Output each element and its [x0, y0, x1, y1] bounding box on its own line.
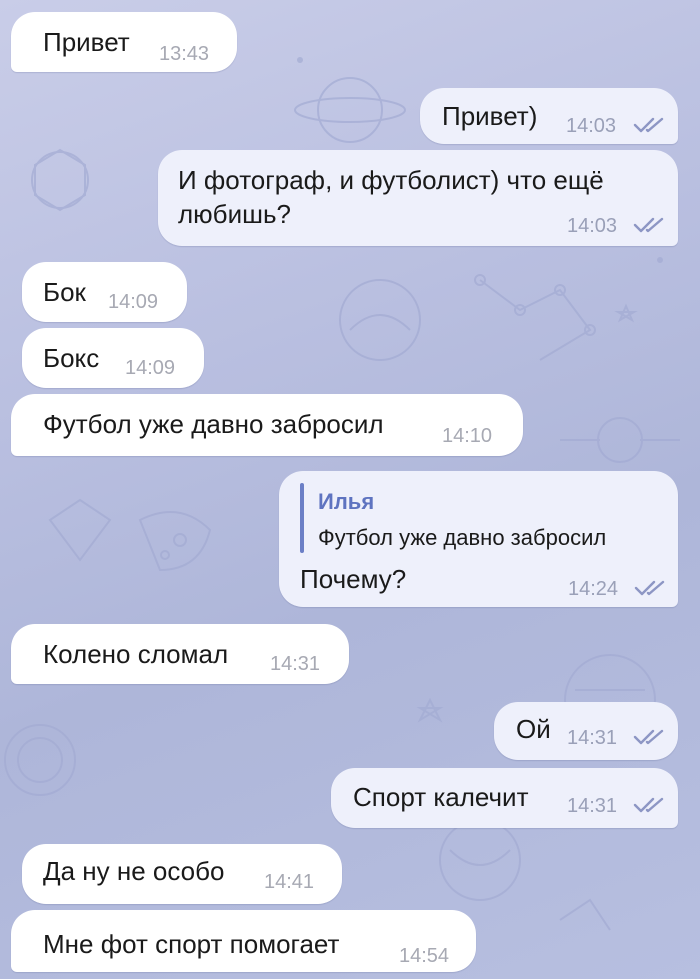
message-time: 14:09: [108, 291, 159, 313]
message-time: 14:09: [125, 357, 176, 379]
double-check-icon: [633, 797, 664, 813]
message-bubble-incoming[interactable]: Привет 13:43: [11, 12, 237, 72]
message-time: 14:10: [442, 425, 493, 447]
message-text: Бок: [43, 277, 86, 307]
reply-quoted-text: Футбол уже давно забросил: [318, 525, 607, 550]
message-time: 14:31: [567, 727, 618, 749]
message-time: 14:54: [399, 945, 450, 967]
message-bubble-outgoing[interactable]: Спорт калечит 14:31: [331, 768, 678, 828]
message-text: Привет): [442, 101, 538, 131]
message-text: Мне фот спорт помогает: [43, 929, 340, 959]
message-text: Привет: [43, 27, 130, 57]
double-check-icon: [633, 217, 664, 233]
message-bubble-incoming[interactable]: Бокс 14:09: [22, 328, 204, 388]
reply-author: Илья: [318, 489, 375, 514]
message-bubble-outgoing-reply[interactable]: Илья Футбол уже давно забросил Почему? 1…: [279, 471, 678, 607]
message-text: Ой: [516, 714, 551, 744]
message-text: Спорт калечит: [353, 782, 529, 812]
message-time: 14:31: [567, 795, 618, 817]
reply-accent-bar: [300, 483, 304, 553]
message-time: 14:31: [270, 653, 321, 675]
message-bubble-outgoing[interactable]: И фотограф, и футболист) что ещё любишь?…: [158, 150, 678, 246]
message-bubble-incoming[interactable]: Футбол уже давно забросил 14:10: [11, 394, 523, 456]
message-text-line-1: И фотограф, и футболист) что ещё: [178, 165, 604, 195]
message-text: Колено сломал: [43, 639, 229, 669]
message-text: Почему?: [300, 564, 407, 594]
message-bubble-incoming[interactable]: Бок 14:09: [22, 262, 187, 322]
message-time: 14:03: [567, 215, 618, 237]
double-check-icon: [633, 117, 664, 133]
message-time: 14:03: [566, 115, 617, 137]
message-time: 13:43: [159, 43, 210, 65]
message-bubble-incoming[interactable]: Да ну не особо 14:41: [22, 844, 342, 904]
message-text: Футбол уже давно забросил: [43, 409, 384, 439]
message-bubble-outgoing[interactable]: Привет) 14:03: [420, 88, 678, 144]
message-time: 14:41: [264, 871, 315, 893]
message-text-line-2: любишь?: [178, 199, 291, 229]
message-bubble-outgoing[interactable]: Ой 14:31: [494, 702, 678, 760]
message-bubble-incoming[interactable]: Мне фот спорт помогает 14:54: [11, 910, 476, 972]
message-text: Да ну не особо: [43, 856, 225, 886]
message-bubble-incoming[interactable]: Колено сломал 14:31: [11, 624, 349, 684]
double-check-icon: [634, 580, 665, 596]
message-text: Бокс: [43, 343, 100, 373]
message-time: 14:24: [568, 578, 619, 600]
double-check-icon: [633, 729, 664, 745]
